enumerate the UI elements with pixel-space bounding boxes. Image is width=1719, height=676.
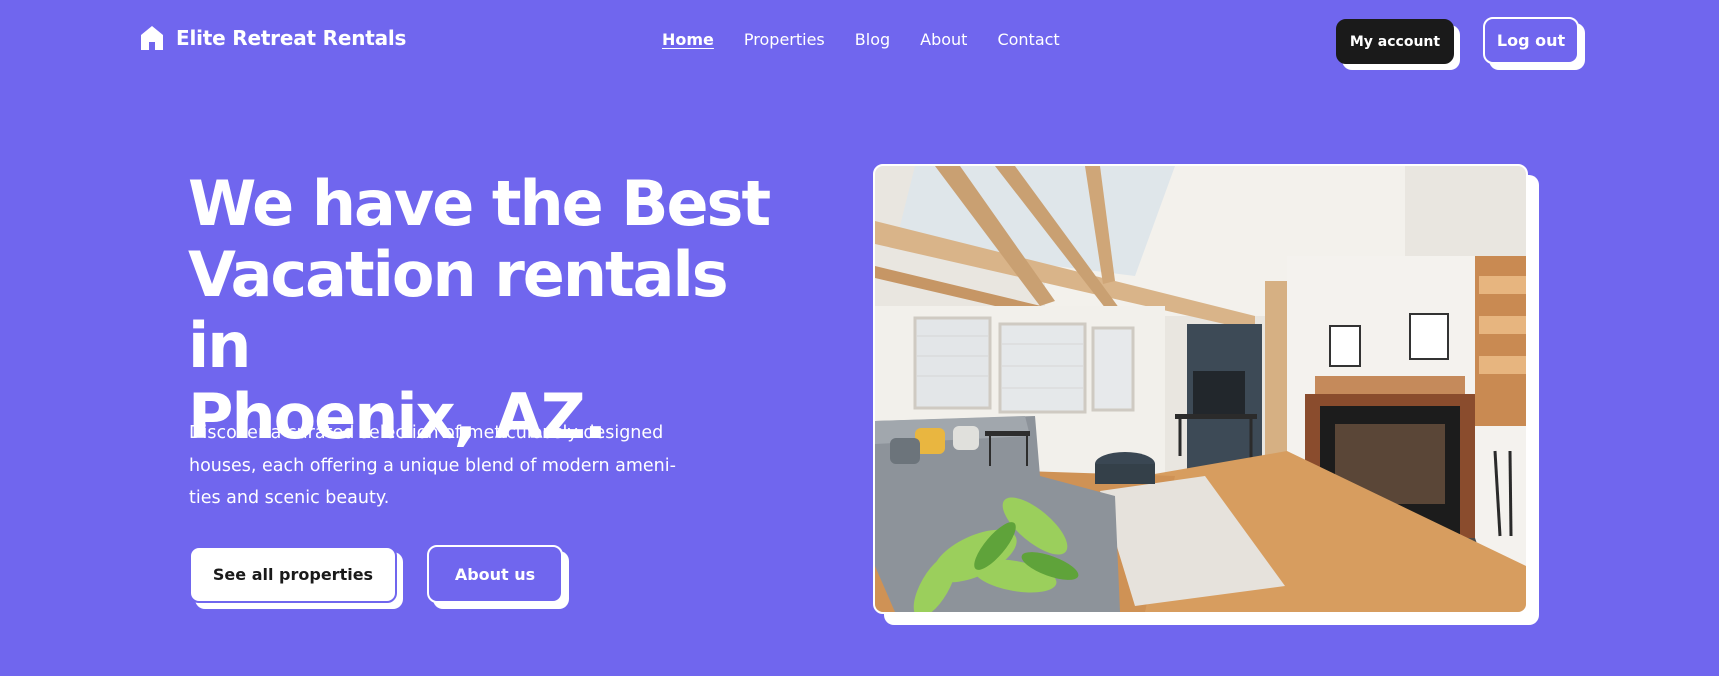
- brand-logo[interactable]: Elite Retreat Rentals: [140, 22, 406, 54]
- nav-about[interactable]: About: [920, 30, 967, 49]
- about-us-button[interactable]: About us: [427, 545, 563, 603]
- nav-home[interactable]: Home: [662, 30, 714, 49]
- home-icon: [140, 25, 164, 51]
- my-account-button[interactable]: My account: [1336, 19, 1454, 64]
- hero-description-line: houses, each offering a unique blend of …: [189, 455, 676, 476]
- hero-title: We have the Best Vacation rentals in Pho…: [188, 168, 788, 452]
- hero-title-line: Vacation rentals in: [188, 238, 729, 382]
- nav-contact[interactable]: Contact: [997, 30, 1059, 49]
- see-all-properties-button[interactable]: See all properties: [189, 546, 397, 603]
- living-room-photo: [873, 164, 1528, 614]
- hero-description: Discover a curated selection of meticulo…: [189, 417, 709, 515]
- nav-properties[interactable]: Properties: [744, 30, 825, 49]
- main-nav: Home Properties Blog About Contact: [662, 26, 1060, 52]
- nav-blog[interactable]: Blog: [855, 30, 890, 49]
- logout-button[interactable]: Log out: [1483, 17, 1579, 64]
- brand-name: Elite Retreat Rentals: [176, 26, 407, 50]
- hero-title-line: We have the Best: [188, 167, 771, 240]
- hero-description-line: Discover a curated selection of meticulo…: [189, 423, 664, 443]
- hero-description-line: ties and scenic beauty.: [189, 488, 390, 508]
